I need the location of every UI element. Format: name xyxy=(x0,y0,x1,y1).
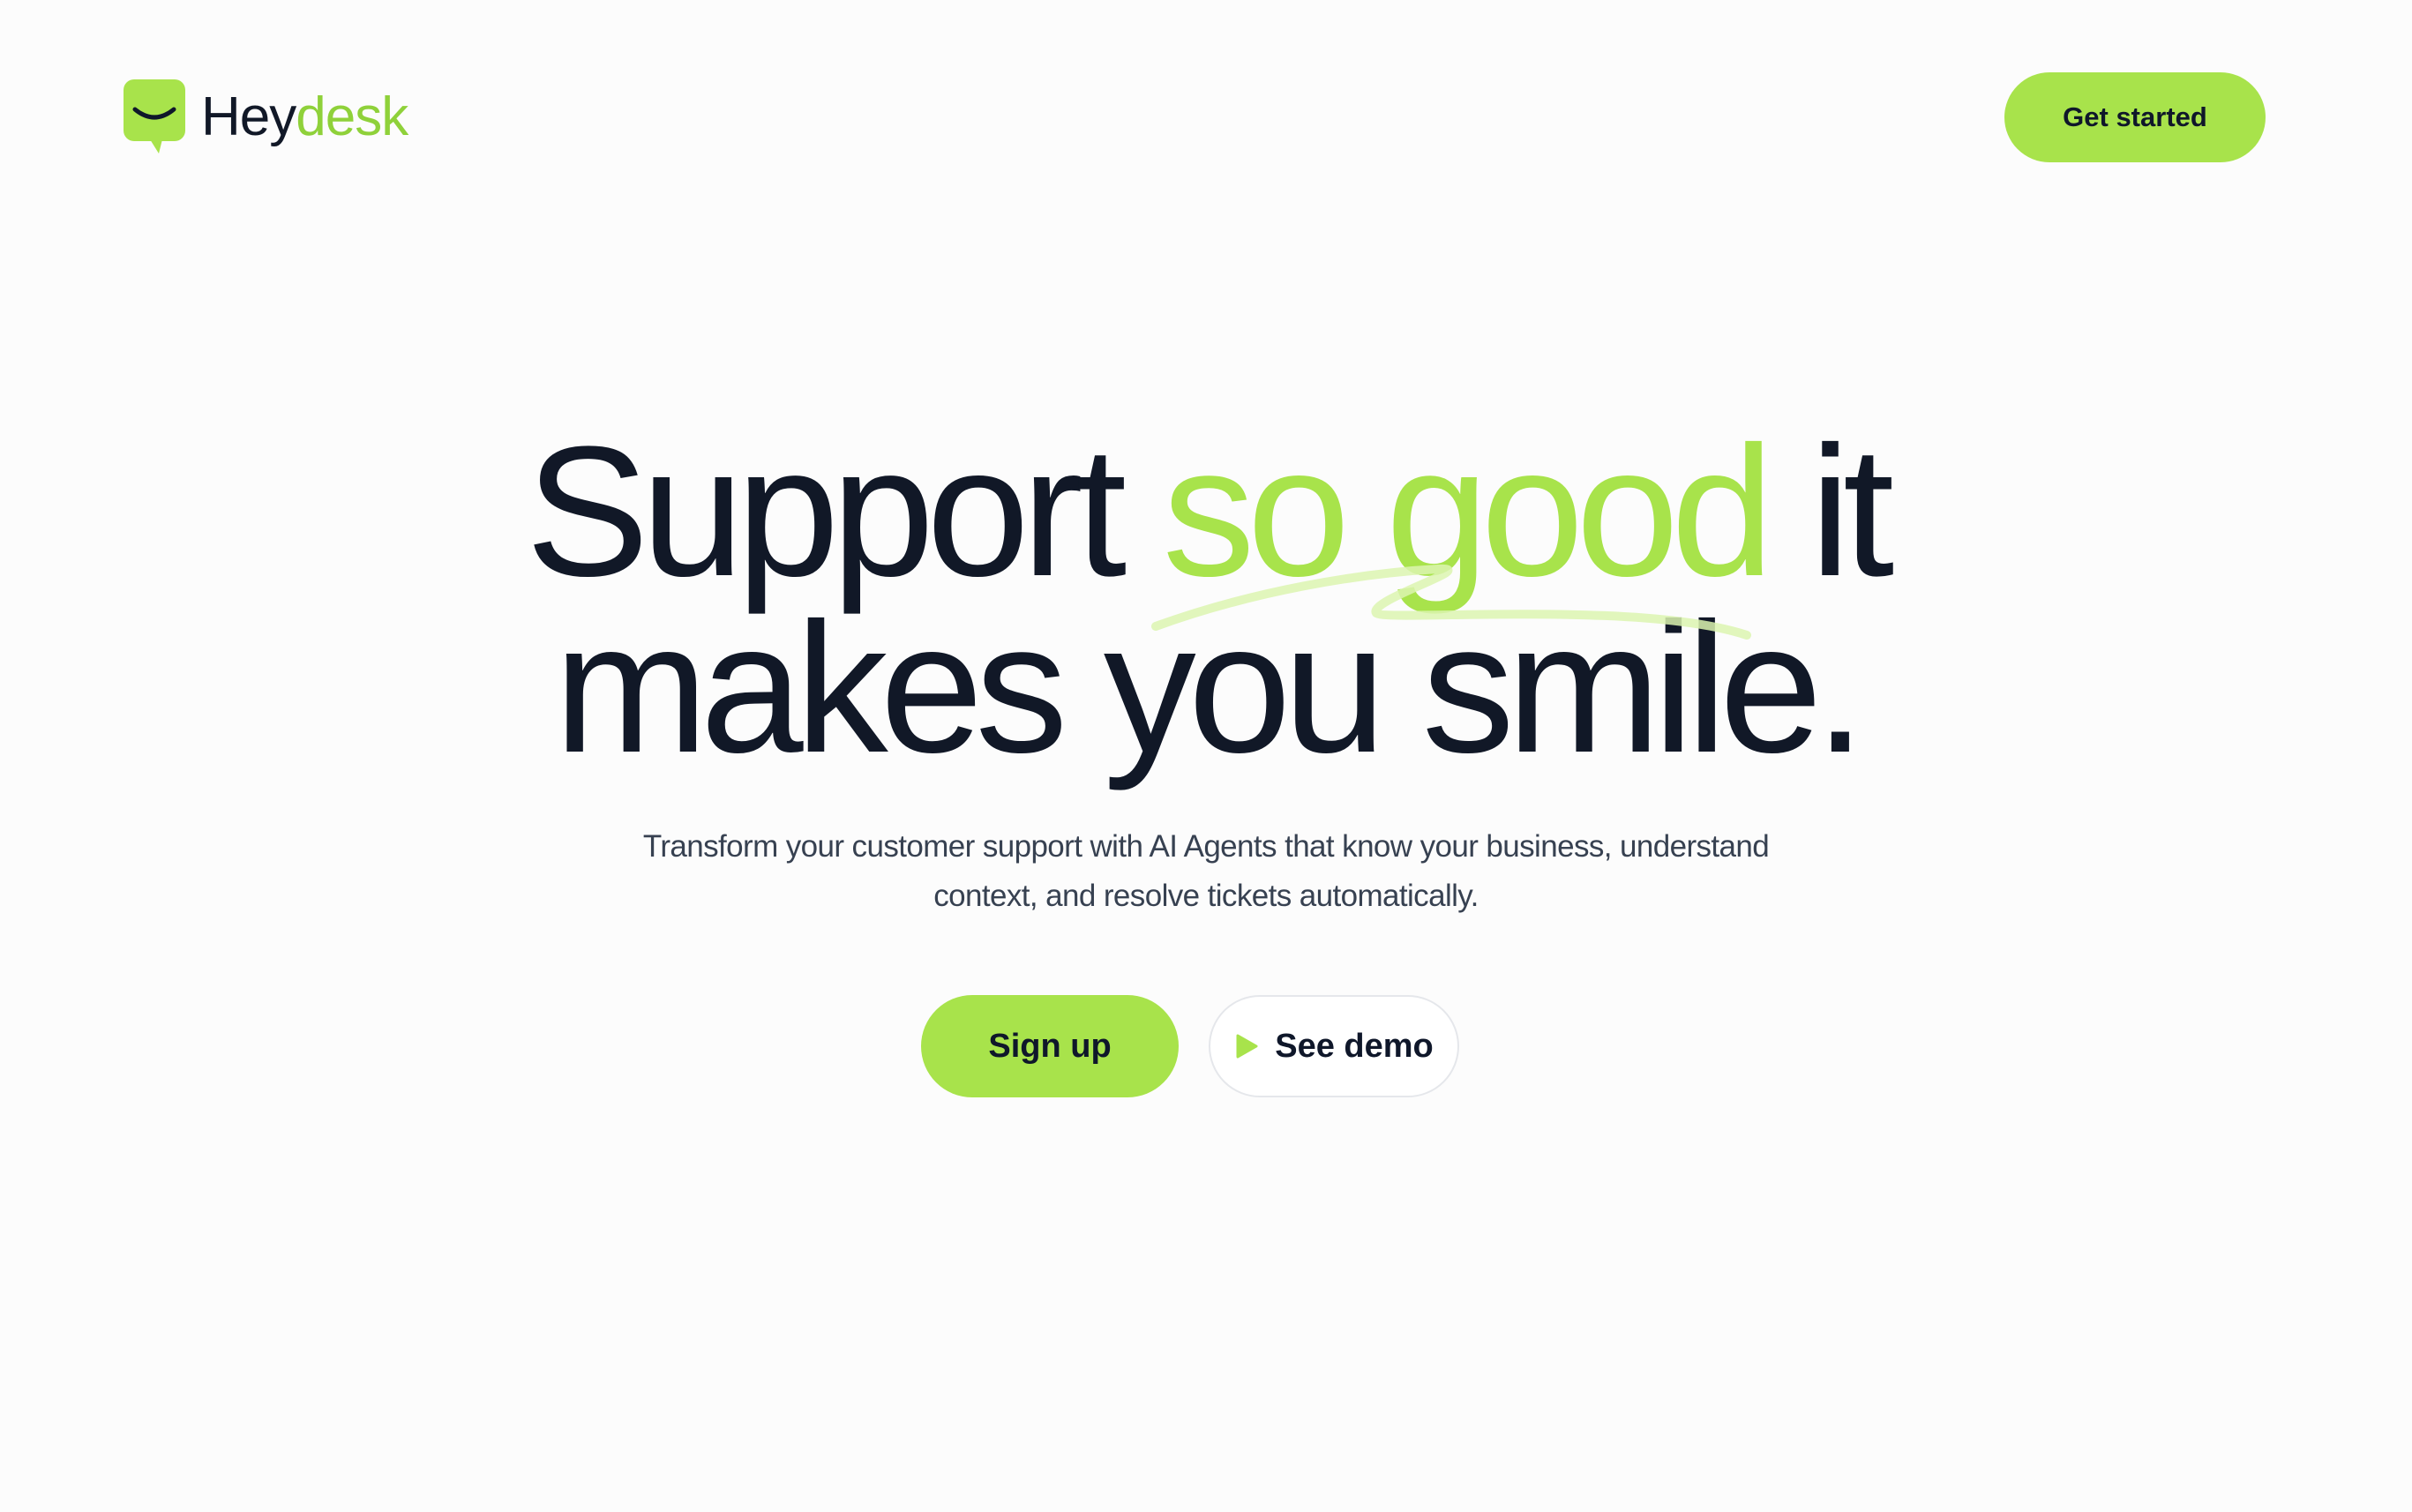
hero-title-line-1: Support so good it xyxy=(0,419,2412,604)
sign-up-button[interactable]: Sign up xyxy=(921,995,1179,1097)
brand-name: Heydesk xyxy=(201,90,408,145)
see-demo-label: See demo xyxy=(1275,1027,1434,1065)
landing-page: Heydesk Get started Support so good it m… xyxy=(0,0,2412,1512)
see-demo-button[interactable]: See demo xyxy=(1209,995,1459,1097)
hero-subtitle: Transform your customer support with AI … xyxy=(0,822,2412,921)
hero-cta-group: Sign up See demo xyxy=(0,995,2412,1097)
hero-subtitle-line-1: Transform your customer support with AI … xyxy=(642,829,1770,864)
brand-name-part2: desk xyxy=(296,86,408,147)
hero-title-line-2: makes you smile. xyxy=(553,584,1866,791)
brand-name-part1: Hey xyxy=(201,86,296,147)
chat-bubble-smile-icon xyxy=(124,79,185,153)
site-header: Heydesk Get started xyxy=(0,0,2412,229)
play-icon xyxy=(1236,1034,1258,1059)
get-started-button[interactable]: Get started xyxy=(2004,72,2266,162)
hero-title: Support so good it makes you smile. xyxy=(0,419,2412,791)
brand-logo[interactable]: Heydesk xyxy=(124,79,408,155)
hero-subtitle-line-2: context, and resolve tickets automatical… xyxy=(933,879,1479,913)
